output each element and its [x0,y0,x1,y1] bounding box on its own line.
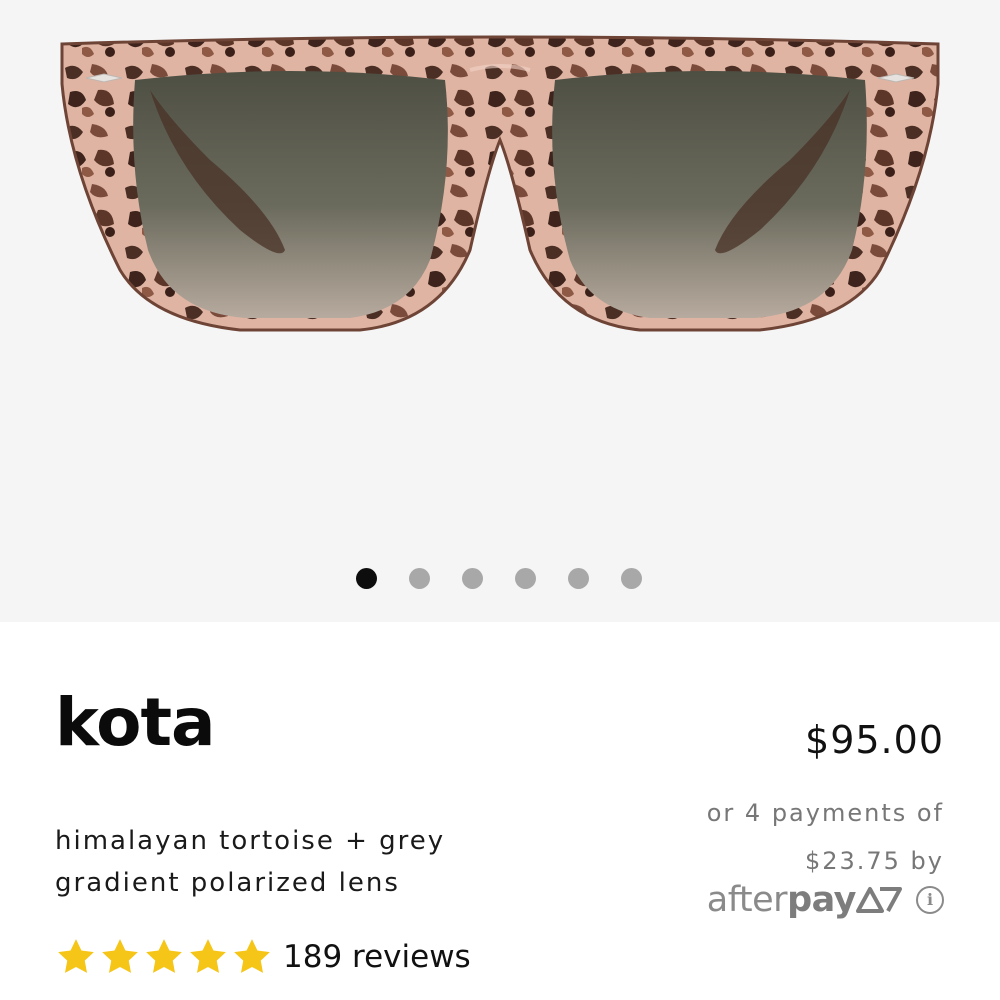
reviews-link[interactable]: 189 reviews [283,939,471,975]
star-icon [187,936,229,978]
afterpay-logo-pay: pay [787,880,856,920]
carousel-dot[interactable] [515,568,536,589]
carousel-pagination [0,568,1000,590]
star-icon [55,936,97,978]
carousel-dot[interactable] [568,568,589,589]
carousel-dot[interactable] [409,568,430,589]
star-icon [143,936,185,978]
afterpay-installment-text: or 4 payments of $23.75 by [706,799,944,875]
rating-stars [55,936,273,978]
afterpay-arrow-icon [856,887,902,913]
star-icon [99,936,141,978]
product-price: $95.00 [805,718,944,762]
carousel-dot[interactable] [356,568,377,589]
info-icon[interactable]: i [916,886,944,914]
star-icon [231,936,273,978]
carousel-dot[interactable] [621,568,642,589]
product-description: himalayan tortoise + grey gradient polar… [55,826,446,898]
product-image-area[interactable] [0,0,1000,622]
afterpay-row: after pay i [707,880,944,920]
product-title: kota [55,684,216,761]
afterpay-logo-after: after [706,880,788,920]
afterpay-logo[interactable]: after pay [707,880,904,920]
carousel-dot[interactable] [462,568,483,589]
product-rating[interactable]: 189 reviews [55,932,471,982]
sunglasses-image [60,35,940,332]
